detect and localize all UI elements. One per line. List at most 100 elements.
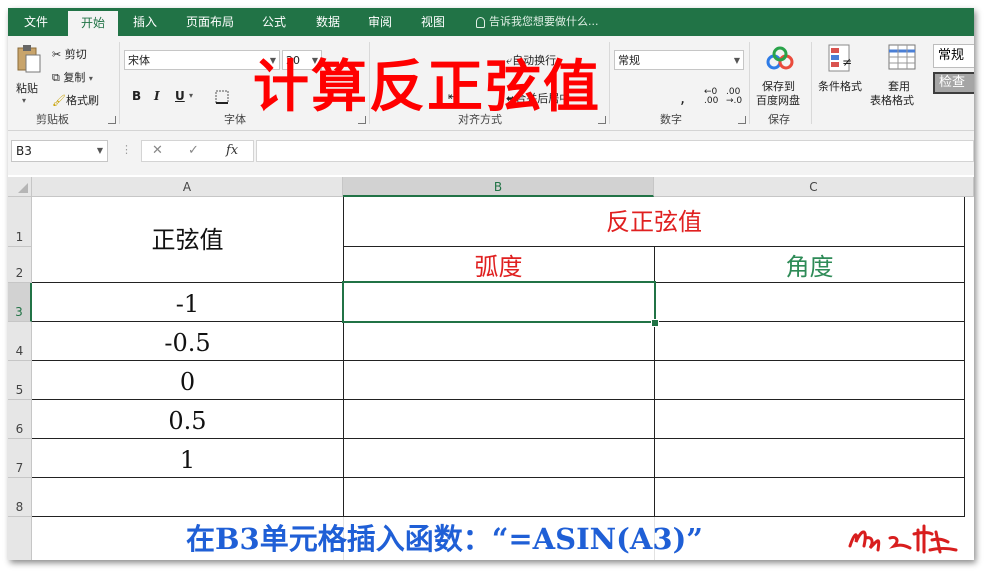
menu-file[interactable]: 文件 — [16, 8, 56, 36]
clipboard-group-label: 剪贴板 — [36, 113, 69, 126]
number-group-label: 数字 — [660, 113, 682, 126]
save-baidu-line2[interactable]: 百度网盘 — [756, 92, 800, 108]
copy-dropdown-icon: ▾ — [88, 74, 93, 83]
italic-button[interactable]: I — [154, 89, 160, 103]
decrease-decimal-icon[interactable]: .00 →.0 — [726, 88, 742, 106]
row-number: 1 — [15, 230, 24, 244]
row-header-6[interactable]: 6 — [8, 400, 32, 439]
conditional-format-icon[interactable]: ≠ — [828, 44, 854, 78]
borders-icon[interactable] — [215, 89, 229, 108]
brush-icon: 🖌 — [52, 94, 66, 107]
cell-b2-subheader[interactable]: 弧度 — [343, 247, 654, 283]
clipboard-launcher-icon[interactable] — [108, 116, 116, 124]
row-header-5[interactable]: 5 — [8, 361, 32, 400]
tab-page-layout[interactable]: 页面布局 — [178, 8, 242, 36]
underline-button[interactable]: U — [175, 89, 185, 103]
row-header-7[interactable]: 7 — [8, 439, 32, 478]
name-box-value: B3 — [16, 144, 32, 158]
font-name-value: 宋体 — [128, 54, 150, 67]
save-group-label: 保存 — [768, 113, 790, 126]
cell-a4[interactable]: -0.5 — [32, 322, 343, 361]
paste-button-label[interactable]: 粘贴 — [16, 80, 38, 96]
group-separator — [609, 42, 610, 124]
tab-data[interactable]: 数据 — [308, 8, 348, 36]
overlay-title: 计算反正弦值 — [253, 55, 601, 120]
cell-a7[interactable]: 1 — [32, 439, 343, 478]
row-number: 3 — [15, 305, 23, 319]
paste-icon[interactable] — [16, 44, 42, 78]
column-header-a[interactable]: A — [32, 177, 343, 197]
format-painter-button[interactable]: 🖌格式刷 — [52, 92, 99, 108]
lightbulb-icon — [476, 16, 485, 28]
baidu-cloud-icon[interactable] — [766, 46, 794, 76]
bold-button[interactable]: B — [132, 89, 141, 103]
row-number: 5 — [15, 383, 24, 397]
row-number: 8 — [15, 500, 24, 514]
group-separator — [749, 42, 750, 124]
increase-decimal-icon[interactable]: ←0.00 — [704, 88, 718, 106]
selected-cell-b3[interactable] — [342, 281, 656, 323]
fill-handle[interactable] — [651, 319, 659, 327]
cell-a1-header[interactable]: 正弦值 — [32, 197, 343, 283]
number-format-combo[interactable]: 常规 ▼ — [614, 50, 744, 70]
number-format-value: 常规 — [618, 54, 640, 67]
copy-label: 复制 — [63, 71, 86, 84]
format-as-table-line2[interactable]: 表格格式 — [870, 92, 914, 108]
copy-icon: ⧉ — [52, 71, 60, 84]
row-header-1[interactable]: 1 — [8, 197, 32, 247]
row-number: 6 — [15, 422, 24, 436]
cut-button[interactable]: ✂ 剪切 — [52, 46, 87, 62]
enter-icon[interactable]: ✓ — [188, 141, 199, 161]
cell-c2-subheader[interactable]: 角度 — [654, 247, 965, 283]
tab-insert[interactable]: 插入 — [123, 8, 167, 36]
formula-input[interactable] — [256, 140, 974, 162]
formula-bar: B3 ▼ ⋮ ✕ ✓ fx — [8, 131, 974, 175]
tab-view[interactable]: 视图 — [413, 8, 453, 36]
tell-me-text: 告诉我您想要做什么... — [489, 15, 599, 28]
signature-logo — [848, 524, 958, 554]
worksheet-grid[interactable]: A B C 1 2 3 4 5 6 7 8 正弦值 反正弦值 弧度 角度 -1 … — [8, 177, 974, 560]
font-group-label: 字体 — [224, 113, 246, 126]
group-separator — [811, 42, 812, 124]
cell-a6[interactable]: 0.5 — [32, 400, 343, 439]
format-painter-label: 格式刷 — [65, 94, 99, 107]
column-header-c[interactable]: C — [654, 177, 974, 197]
row-header-4[interactable]: 4 — [8, 322, 32, 361]
tab-review[interactable]: 审阅 — [360, 8, 400, 36]
cell-style-check[interactable]: 检查 — [933, 72, 974, 94]
row-header-9 — [8, 517, 32, 560]
scissors-icon: ✂ — [52, 48, 62, 61]
comma-style-button[interactable]: , — [680, 88, 685, 107]
tab-formulas[interactable]: 公式 — [254, 8, 294, 36]
row-number: 2 — [15, 266, 24, 280]
select-all-button[interactable] — [8, 177, 32, 197]
chevron-down-icon: ▼ — [733, 56, 740, 65]
paste-dropdown-icon[interactable]: ▾ — [22, 96, 26, 105]
cell-a3[interactable]: -1 — [32, 283, 343, 322]
row-number: 7 — [15, 461, 24, 475]
conditional-format-label[interactable]: 条件格式 — [818, 78, 862, 94]
tab-home[interactable]: 开始 — [68, 11, 118, 36]
cell-b1-merged-header[interactable]: 反正弦值 — [343, 197, 965, 247]
chevron-down-icon: ▼ — [96, 146, 103, 155]
row-header-8[interactable]: 8 — [8, 478, 32, 517]
instruction-caption: 在B3单元格插入函数：“=ASIN(A3)” — [186, 522, 703, 556]
cell-a5[interactable]: 0 — [32, 361, 343, 400]
cell-style-normal[interactable]: 常规 — [933, 44, 974, 68]
row-number: 4 — [15, 344, 24, 358]
row-header-2[interactable]: 2 — [8, 247, 32, 283]
format-as-table-icon[interactable] — [888, 44, 918, 78]
cut-label: 剪切 — [64, 48, 87, 61]
insert-function-icon[interactable]: fx — [226, 141, 238, 161]
tell-me-box[interactable]: 告诉我您想要做什么... — [476, 8, 599, 36]
more-options-icon[interactable]: ⋮ — [121, 143, 132, 156]
name-box[interactable]: B3 ▼ — [11, 140, 108, 162]
menu-bar: 文件 开始 插入 页面布局 公式 数据 审阅 视图 告诉我您想要做什么... — [8, 8, 974, 36]
underline-dropdown-icon[interactable]: ▾ — [189, 91, 193, 100]
number-launcher-icon[interactable] — [738, 116, 746, 124]
copy-button[interactable]: ⧉ 复制 ▾ — [52, 69, 93, 85]
excel-window: 文件 开始 插入 页面布局 公式 数据 审阅 视图 告诉我您想要做什么... 粘… — [8, 8, 974, 560]
row-header-3[interactable]: 3 — [8, 283, 32, 322]
cancel-icon[interactable]: ✕ — [152, 141, 163, 161]
column-header-b[interactable]: B — [343, 177, 654, 197]
